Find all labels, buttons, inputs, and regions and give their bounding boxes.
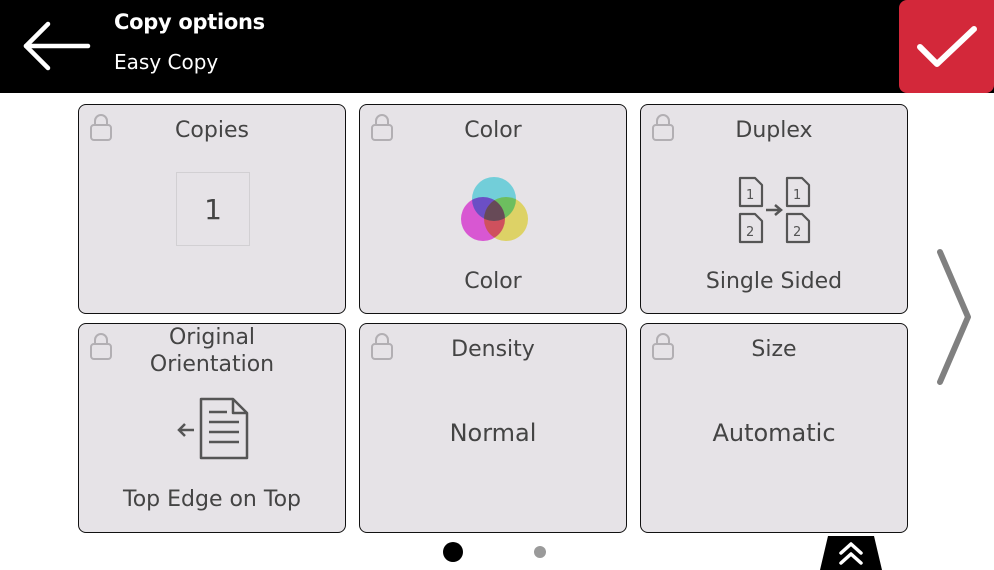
copies-value: 1 — [176, 172, 250, 246]
tile-density-title: Density — [451, 337, 535, 362]
svg-text:2: 2 — [746, 225, 754, 240]
double-chevron-up-icon[interactable] — [820, 536, 882, 570]
page-subtitle: Easy Copy — [114, 50, 219, 74]
tile-size[interactable]: Size Automatic — [640, 323, 908, 533]
tile-color[interactable]: Color Color — [359, 104, 627, 314]
page-title: Copy options — [114, 10, 265, 34]
chevron-right-icon[interactable] — [930, 246, 978, 388]
tile-duplex-value: Single Sided — [705, 269, 843, 294]
header-bar: Copy options Easy Copy — [0, 0, 994, 93]
tile-color-title: Color — [464, 118, 522, 143]
checkmark-icon — [916, 25, 977, 67]
tile-copies[interactable]: Copies 1 — [78, 104, 346, 314]
back-button[interactable] — [14, 14, 98, 78]
arrow-left-icon — [23, 21, 91, 71]
svg-text:2: 2 — [793, 225, 801, 240]
page-indicator-dot-active — [443, 542, 463, 562]
tile-original-orientation[interactable]: Original Orientation Top Edge on Top — [78, 323, 346, 533]
tile-density[interactable]: Density Normal — [359, 323, 627, 533]
tile-density-value: Normal — [449, 419, 537, 447]
svg-text:1: 1 — [746, 188, 754, 203]
tile-color-value: Color — [464, 269, 522, 294]
tile-size-value: Automatic — [712, 419, 836, 447]
tile-duplex[interactable]: Duplex 1 2 1 2 Single Sided — [640, 104, 908, 314]
tile-copies-title: Copies — [175, 118, 249, 143]
page-indicator-dot[interactable] — [534, 546, 546, 558]
tile-orientation-title: Original Orientation — [149, 325, 275, 377]
confirm-button[interactable] — [899, 0, 994, 93]
tile-size-title: Size — [751, 337, 797, 362]
duplex-pages-icon: 1 2 1 2 — [738, 176, 811, 244]
tile-orientation-value: Top Edge on Top — [123, 487, 301, 512]
color-circles-icon — [461, 177, 528, 241]
svg-text:1: 1 — [793, 188, 801, 203]
tile-duplex-title: Duplex — [735, 118, 813, 143]
document-orientation-icon — [177, 397, 249, 460]
